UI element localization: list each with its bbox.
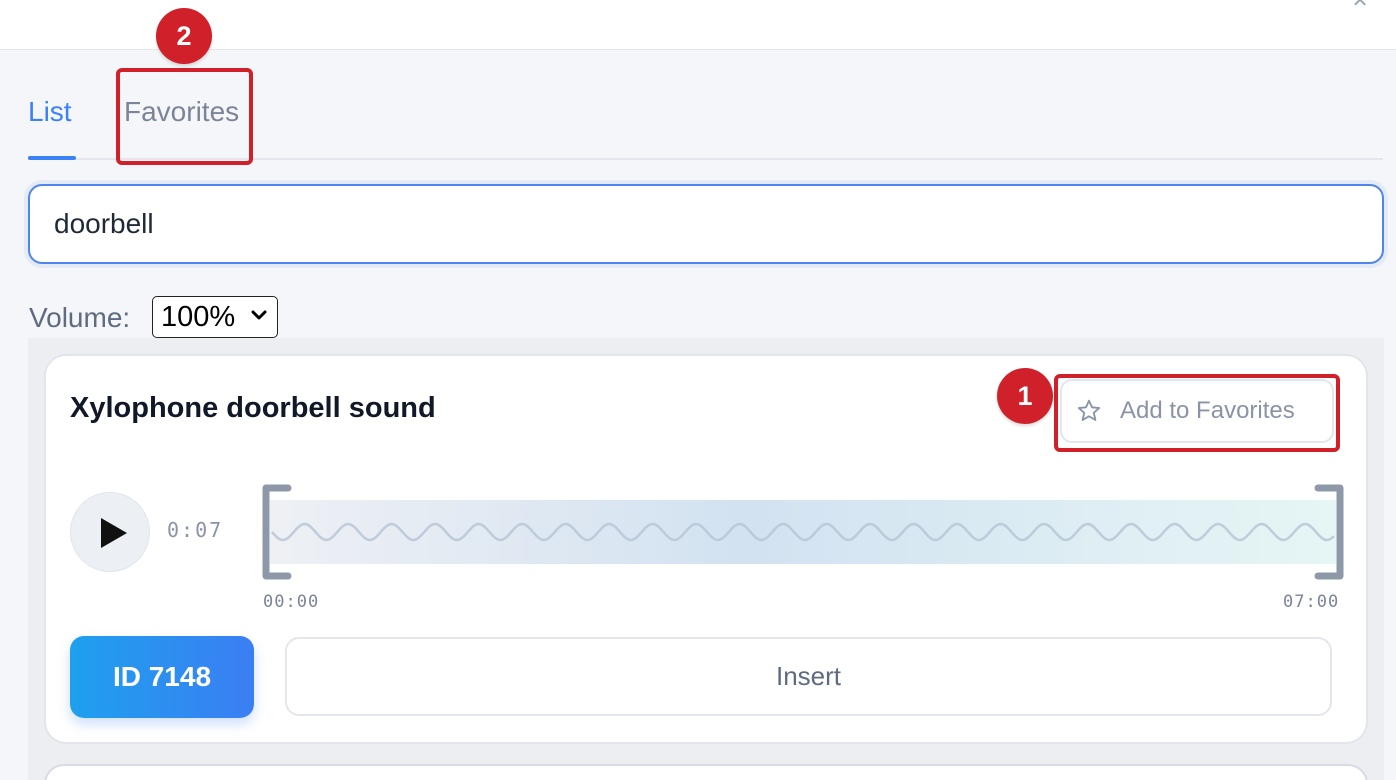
step-badge-1: 1 bbox=[997, 368, 1053, 424]
waveform-background bbox=[270, 500, 1336, 564]
duration-label: 0:07 bbox=[167, 518, 224, 542]
sound-card-next bbox=[44, 764, 1368, 780]
add-to-favorites-label: Add to Favorites bbox=[1120, 397, 1295, 424]
close-icon[interactable]: ✕ bbox=[1346, 0, 1374, 11]
sound-id-button[interactable]: ID 7148 bbox=[70, 636, 254, 718]
play-icon bbox=[101, 518, 127, 548]
sound-title: Xylophone doorbell sound bbox=[70, 392, 436, 424]
play-button[interactable] bbox=[70, 492, 150, 572]
volume-select[interactable]: 100% bbox=[152, 296, 278, 338]
insert-button[interactable]: Insert bbox=[285, 637, 1332, 716]
timeline-end-label: 07:00 bbox=[1283, 592, 1340, 612]
star-outline-icon bbox=[1077, 399, 1101, 421]
search-input[interactable] bbox=[28, 184, 1384, 264]
add-to-favorites-button[interactable]: Add to Favorites bbox=[1060, 379, 1334, 443]
waveform-track[interactable] bbox=[262, 484, 1344, 580]
page: ✕ List Favorites Volume: 100% Xylophone … bbox=[0, 0, 1396, 780]
tab-list[interactable]: List bbox=[28, 96, 76, 160]
volume-select-value: 100% bbox=[161, 301, 236, 333]
tab-favorites[interactable]: Favorites bbox=[124, 96, 239, 128]
step-badge-2: 2 bbox=[156, 8, 212, 64]
chevron-down-icon bbox=[251, 310, 267, 320]
volume-label: Volume: bbox=[29, 302, 131, 333]
tab-bar: List Favorites bbox=[28, 80, 1383, 160]
timeline-start-label: 00:00 bbox=[263, 592, 320, 612]
